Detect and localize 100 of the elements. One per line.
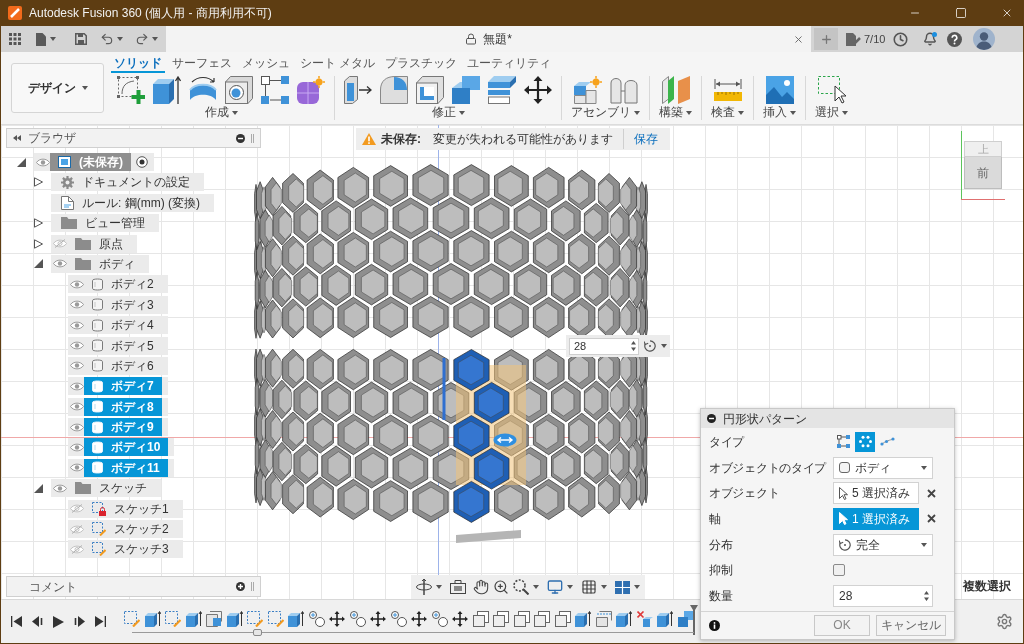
play-icon[interactable] (53, 615, 64, 628)
overlapping-squares-icon[interactable] (534, 610, 550, 627)
triangle-icon[interactable] (33, 259, 43, 269)
caret-icon[interactable] (436, 585, 442, 589)
tree-item[interactable]: スケッチ3 (84, 540, 177, 559)
box-arrow-icon[interactable] (616, 610, 632, 627)
clock-icon[interactable] (893, 31, 909, 47)
distribution-dropdown[interactable]: 完全 (833, 533, 933, 556)
toolbar-tab[interactable]: シート メタル (297, 55, 379, 73)
quantity-input[interactable]: 28 (569, 337, 639, 355)
four-way-arrow-icon[interactable] (329, 610, 345, 627)
dashed-square-pencil-icon[interactable] (165, 610, 181, 627)
panel-grip-icon[interactable] (251, 582, 254, 591)
triangle-icon[interactable] (33, 218, 43, 229)
cube-sparkle-icon[interactable] (297, 76, 325, 104)
circles-icon[interactable] (349, 610, 366, 627)
toolbar-tab[interactable]: ソリッド (111, 55, 165, 73)
timeline-handle[interactable] (253, 628, 262, 636)
toolbar-tab[interactable]: ユーティリティ (464, 55, 555, 73)
close-icon[interactable] (927, 514, 936, 524)
eye-icon[interactable] (36, 157, 50, 167)
selection-button[interactable]: 5 選択済み (833, 482, 919, 505)
workspace-button[interactable]: デザイン (11, 63, 104, 113)
plus-circle-icon[interactable] (236, 582, 245, 591)
close-icon[interactable] (793, 33, 804, 45)
square-grid-icon[interactable] (261, 76, 289, 104)
cancel-button[interactable]: キャンセル (876, 614, 946, 636)
tree-item[interactable]: スケッチ (67, 479, 155, 498)
rounded-corner-icon[interactable] (380, 76, 408, 104)
app-grid-icon[interactable] (9, 33, 21, 45)
undo-icon[interactable] (100, 32, 114, 46)
eye-icon[interactable] (70, 381, 84, 391)
tree-item[interactable]: ルール: 鋼(mm) (変換) (53, 193, 208, 212)
caret-icon[interactable] (50, 37, 56, 41)
close-icon[interactable] (927, 488, 936, 498)
caret-icon[interactable] (601, 585, 607, 589)
box-hole-icon[interactable] (225, 76, 253, 104)
tree-item[interactable]: スケッチ2 (84, 520, 177, 539)
eye-icon[interactable] (70, 361, 84, 371)
triangle-icon[interactable] (16, 157, 26, 167)
spinner-arrows-icon[interactable] (631, 341, 636, 351)
box-arrow-icon[interactable] (657, 610, 673, 627)
caret-icon[interactable] (661, 344, 667, 348)
box-arrow-icon[interactable] (575, 610, 591, 627)
orbit-icon[interactable] (416, 579, 432, 595)
tree-item[interactable]: 原点 (67, 234, 131, 253)
timeline-marker-icon[interactable] (690, 604, 698, 635)
view-cube-face[interactable]: 前 (964, 157, 1002, 189)
info-icon[interactable] (709, 619, 720, 631)
hollow-box-icon[interactable] (416, 76, 444, 104)
redo-icon[interactable] (135, 32, 149, 46)
double-chevron-left-icon[interactable] (13, 135, 21, 141)
eye-icon[interactable] (70, 422, 84, 432)
monitor-icon[interactable] (547, 579, 563, 595)
block-arrow-icon[interactable] (344, 76, 372, 104)
zoom-window-icon[interactable] (513, 579, 529, 595)
eye-icon[interactable] (70, 320, 84, 330)
box-arrow-icon[interactable] (144, 610, 161, 627)
tool-group-menu[interactable]: 修正 (431, 105, 465, 120)
triangle-icon[interactable] (33, 238, 43, 249)
save-icon[interactable] (75, 33, 87, 45)
caret-icon[interactable] (533, 585, 539, 589)
save-link[interactable]: 保存 (634, 130, 658, 148)
two-cubes-icon[interactable] (677, 610, 694, 627)
eye-icon[interactable] (70, 463, 84, 473)
circles-icon[interactable] (308, 610, 325, 627)
caret-icon[interactable] (117, 37, 123, 41)
step-back-icon[interactable] (32, 616, 43, 627)
caret-icon[interactable] (634, 585, 640, 589)
panel-grip-icon[interactable] (251, 133, 254, 143)
caret-icon[interactable] (567, 585, 573, 589)
eye-icon[interactable] (70, 300, 84, 310)
four-way-arrow-icon[interactable] (411, 610, 427, 627)
tree-item[interactable]: ボディ6 (84, 356, 162, 375)
circles-icon[interactable] (390, 610, 407, 627)
two-cubes-icon[interactable] (452, 76, 480, 104)
arch-pair-icon[interactable] (609, 76, 638, 104)
hand-icon[interactable] (473, 579, 489, 595)
tree-item[interactable]: ボディ2 (84, 275, 162, 294)
overlapping-squares-icon[interactable] (554, 610, 571, 627)
triangle-icon[interactable] (33, 483, 43, 493)
tool-group-menu[interactable]: 挿入 (763, 105, 796, 120)
cubes-sparkle-icon[interactable] (573, 76, 602, 104)
tree-item[interactable]: ボディ5 (84, 336, 162, 355)
dashed-square-pencil-icon[interactable] (124, 610, 140, 627)
tree-item[interactable]: ドキュメントの設定 (53, 173, 198, 192)
eye-icon[interactable] (70, 279, 84, 289)
circular-arrow-icon[interactable] (644, 340, 656, 352)
eye-icon[interactable] (70, 341, 84, 350)
ruler-icon[interactable] (713, 76, 742, 104)
tree-item[interactable]: スケッチ1 (84, 499, 177, 518)
four-way-arrow-icon[interactable] (370, 610, 386, 627)
eye-icon[interactable] (53, 483, 67, 493)
eye-icon[interactable] (70, 402, 84, 412)
zoom-icon[interactable] (493, 579, 509, 595)
tool-group-menu[interactable]: 構築 (659, 105, 692, 120)
circles-icon[interactable] (431, 610, 448, 627)
tree-item[interactable]: ボディ4 (84, 316, 162, 335)
minus-circle-icon[interactable] (707, 414, 716, 423)
box-face-icon[interactable] (206, 610, 222, 627)
